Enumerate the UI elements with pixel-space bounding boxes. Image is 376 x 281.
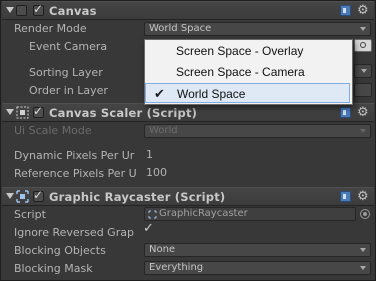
render-mode-dropdown[interactable]: World Space (144, 22, 371, 36)
check-icon: ✓ (33, 188, 44, 202)
canvas-icon-box (16, 5, 27, 16)
blocking-objects-label: Blocking Objects (14, 244, 106, 257)
blocking-mask-label: Blocking Mask (14, 262, 93, 275)
event-camera-picker-button[interactable] (354, 39, 372, 52)
chevron-down-icon (361, 69, 367, 73)
check-icon: ✓ (33, 2, 44, 16)
help-book-icon[interactable] (340, 5, 351, 16)
reference-pixels-value: 100 (146, 167, 167, 179)
popup-option-screen-space-camera[interactable]: Screen Space - Camera (145, 62, 350, 82)
canvas-title: Canvas (49, 4, 97, 18)
inspector-panel: ✓ Canvas ⚙ Render Mode World Space Event… (0, 0, 376, 281)
canvas-enabled-checkbox[interactable]: ✓ (33, 2, 44, 16)
reference-pixels-field[interactable]: 100 (146, 167, 371, 181)
foldout-arrow-icon[interactable] (6, 193, 14, 199)
checkmark-icon: ✔ (154, 86, 165, 101)
chevron-down-icon (360, 129, 366, 133)
chevron-down-icon (360, 248, 366, 252)
object-picker-icon (360, 209, 370, 219)
graphic-raycaster-title: Graphic Raycaster (Script) (49, 190, 226, 204)
popup-option-label: World Space (177, 87, 246, 101)
render-mode-value: World Space (149, 23, 212, 34)
canvas-component-header[interactable]: ✓ Canvas ⚙ (2, 1, 374, 20)
blocking-objects-value: None (149, 244, 176, 255)
ui-scale-mode-value: World (149, 125, 178, 136)
sorting-layer-label: Sorting Layer (29, 66, 103, 79)
popup-option-label: Screen Space - Camera (176, 65, 305, 79)
popup-option-label: Screen Space - Overlay (176, 44, 304, 58)
ui-scale-mode-label: Ui Scale Mode (14, 124, 92, 137)
script-file-icon (148, 210, 157, 219)
sorting-layer-dropdown-edge[interactable] (354, 64, 372, 78)
dynamic-pixels-field[interactable]: 1 (146, 149, 371, 163)
blocking-mask-dropdown[interactable]: Everything (144, 261, 371, 275)
gear-icon[interactable]: ⚙ (357, 190, 370, 203)
raycaster-icon (16, 190, 29, 203)
check-icon: ✓ (33, 104, 44, 118)
blocking-mask-value: Everything (149, 262, 204, 273)
graphic-raycaster-enabled-checkbox[interactable]: ✓ (33, 188, 44, 202)
render-mode-label: Render Mode (14, 22, 87, 35)
canvas-scaler-title: Canvas Scaler (Script) (49, 106, 198, 120)
order-in-layer-label: Order in Layer (29, 84, 108, 97)
check-icon: ✓ (143, 221, 154, 236)
script-value: GraphicRaycaster (159, 208, 248, 219)
render-mode-popup-menu: Screen Space - Overlay Screen Space - Ca… (144, 39, 353, 105)
popup-option-screen-space-overlay[interactable]: Screen Space - Overlay (145, 41, 350, 61)
ignore-reversed-checkbox[interactable]: ✓ (143, 222, 155, 237)
reference-pixels-label: Reference Pixels Per U (14, 167, 137, 180)
chevron-down-icon (360, 27, 366, 31)
script-label: Script (14, 208, 46, 221)
dynamic-pixels-value: 1 (146, 149, 153, 161)
canvas-scaler-component-header[interactable]: ✓ Canvas Scaler (Script) ⚙ (2, 103, 374, 122)
order-in-layer-field-edge[interactable] (354, 83, 372, 97)
dynamic-pixels-label: Dynamic Pixels Per Ur (14, 149, 135, 162)
chevron-down-icon (360, 266, 366, 270)
foldout-arrow-icon[interactable] (6, 7, 14, 13)
event-camera-label: Event Camera (29, 40, 108, 53)
gear-icon[interactable]: ⚙ (357, 4, 370, 17)
gear-icon[interactable]: ⚙ (357, 106, 370, 119)
graphic-raycaster-component-header[interactable]: ✓ Graphic Raycaster (Script) ⚙ (2, 187, 374, 206)
ui-scale-mode-dropdown: World (144, 124, 371, 138)
popup-option-world-space[interactable]: ✔ World Space (145, 83, 350, 103)
canvas-scaler-enabled-checkbox[interactable]: ✓ (33, 104, 44, 118)
canvas-scaler-icon (16, 106, 29, 119)
help-book-icon[interactable] (340, 107, 351, 118)
ignore-reversed-label: Ignore Reversed Grap (14, 226, 134, 239)
help-book-icon[interactable] (340, 191, 351, 202)
foldout-arrow-icon[interactable] (6, 109, 14, 115)
blocking-objects-dropdown[interactable]: None (144, 243, 371, 257)
script-object-field: GraphicRaycaster (144, 207, 356, 221)
